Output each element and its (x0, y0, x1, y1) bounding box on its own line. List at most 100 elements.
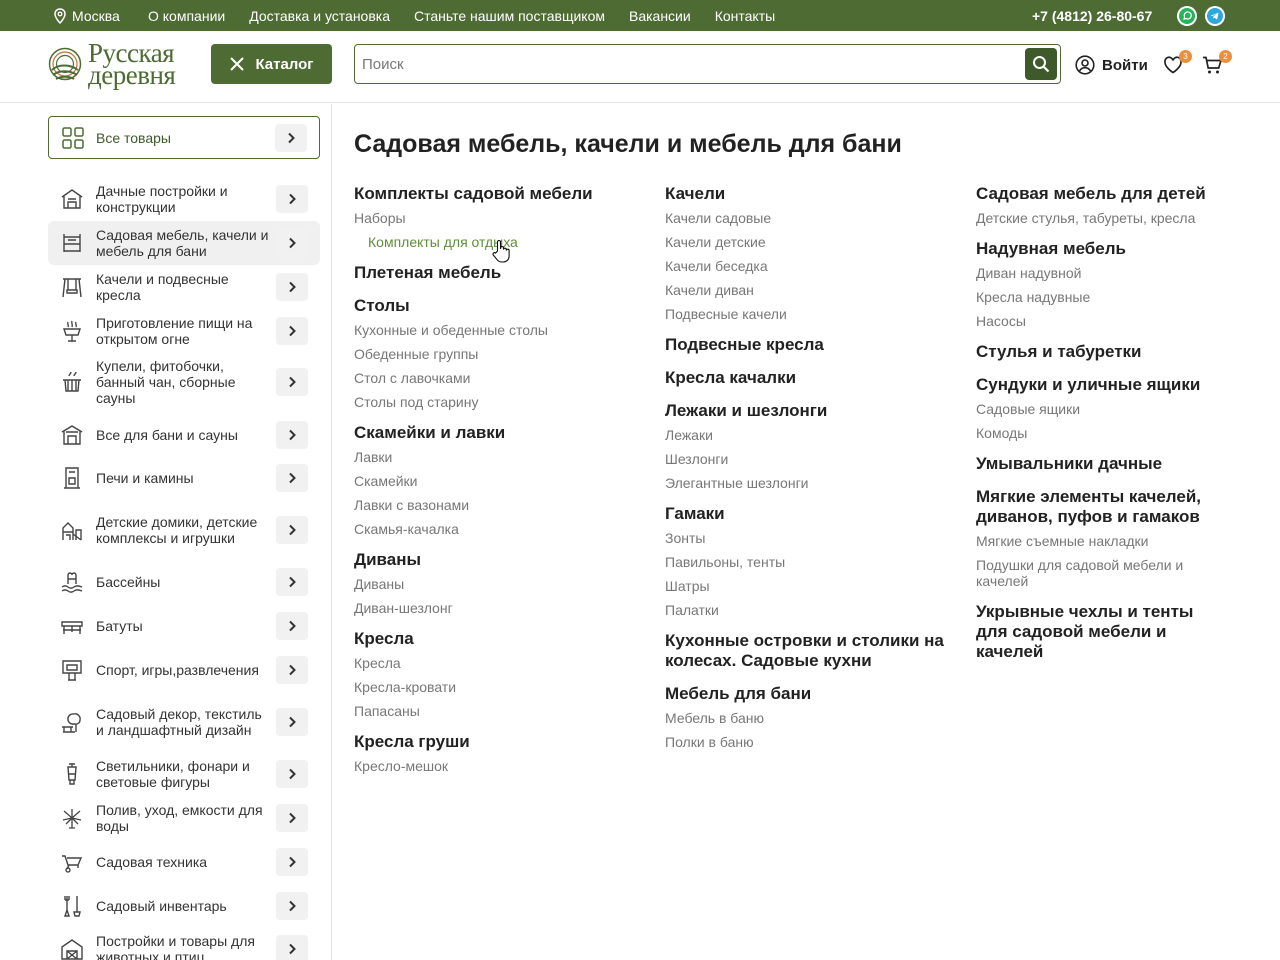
sidebar-category-arrow[interactable] (276, 317, 308, 345)
subcategory-group-title[interactable]: Кресла качалки (665, 368, 945, 388)
subcategory-link[interactable]: Детские стулья, табуреты, кресла (976, 210, 1221, 226)
favorites-button[interactable]: 3 (1163, 50, 1192, 79)
sidebar-category-arrow[interactable] (276, 612, 308, 640)
subcategory-group-title[interactable]: Укрывные чехлы и тенты для садовой мебел… (976, 602, 1221, 662)
subcategory-link[interactable]: Папасаны (354, 703, 634, 719)
sidebar-category-arrow[interactable] (276, 848, 308, 876)
sidebar-category-arrow[interactable] (276, 804, 308, 832)
subcategory-link[interactable]: Комоды (976, 425, 1221, 441)
subcategory-group-title[interactable]: Качели (665, 184, 945, 204)
sidebar-category-item[interactable]: Купели, фитобочки, банный чан, сборные с… (48, 352, 320, 412)
top-nav-supplier[interactable]: Станьте нашим поставщиком (414, 8, 605, 24)
sidebar-category-arrow[interactable] (276, 935, 308, 960)
sidebar-category-item[interactable]: Спорт, игры,развлечения (48, 648, 320, 692)
subcategory-link[interactable]: Зонты (665, 530, 945, 546)
sidebar-category-item[interactable]: Дачные постройки и конструкции (48, 177, 320, 221)
subcategory-link[interactable]: Скамейки (354, 473, 634, 489)
sidebar-category-item[interactable]: Качели и подвесные кресла (48, 265, 320, 309)
subcategory-group-title[interactable]: Сундуки и уличные ящики (976, 375, 1221, 395)
subcategory-link[interactable]: Кресла надувные (976, 289, 1221, 305)
subcategory-link[interactable]: Лавки с вазонами (354, 497, 634, 513)
top-nav-vacancies[interactable]: Вакансии (629, 8, 691, 24)
sidebar-category-item[interactable]: Садовый декор, текстиль и ландшафтный ди… (48, 692, 320, 752)
sidebar-category-item[interactable]: Все для бани и сауны (48, 413, 320, 457)
sidebar-category-arrow[interactable] (276, 656, 308, 684)
subcategory-link[interactable]: Полки в баню (665, 734, 945, 750)
subcategory-link[interactable]: Стол с лавочками (354, 370, 634, 386)
sidebar-category-item[interactable]: Постройки и товары для животных и птиц (48, 927, 320, 960)
subcategory-link[interactable]: Диваны (354, 576, 634, 592)
sidebar-category-arrow[interactable] (276, 516, 308, 544)
subcategory-link[interactable]: Мебель в баню (665, 710, 945, 726)
subcategory-link[interactable]: Кресло-мешок (354, 758, 634, 774)
top-nav-delivery[interactable]: Доставка и установка (249, 8, 390, 24)
sidebar-category-item[interactable]: Полив, уход, емкости для воды (48, 796, 320, 840)
subcategory-link[interactable]: Качели диван (665, 282, 945, 298)
sidebar-category-item[interactable]: Печи и камины (48, 456, 320, 500)
subcategory-group-title[interactable]: Диваны (354, 550, 634, 570)
logo[interactable]: Русская деревня (48, 40, 176, 89)
subcategory-group-title[interactable]: Умывальники дачные (976, 454, 1221, 474)
sidebar-category-item[interactable]: Садовый инвентарь (48, 884, 320, 928)
catalog-button[interactable]: Каталог (211, 44, 332, 84)
top-nav-about[interactable]: О компании (148, 8, 225, 24)
sidebar-category-arrow[interactable] (276, 273, 308, 301)
subcategory-link[interactable]: Качели беседка (665, 258, 945, 274)
sidebar-category-item[interactable]: Детские домики, детские комплексы и игру… (48, 500, 320, 560)
sidebar-category-arrow[interactable] (276, 421, 308, 449)
search-button[interactable] (1025, 48, 1057, 80)
sidebar-category-arrow[interactable] (276, 760, 308, 788)
subcategory-link[interactable]: Подушки для садовой мебели и качелей (976, 557, 1221, 589)
whatsapp-icon[interactable] (1177, 6, 1197, 26)
subcategory-group-title[interactable]: Садовая мебель для детей (976, 184, 1221, 204)
subcategory-group-title[interactable]: Кухонные островки и столики на колесах. … (665, 631, 945, 671)
sidebar-category-arrow[interactable] (276, 229, 308, 257)
subcategory-link[interactable]: Садовые ящики (976, 401, 1221, 417)
telegram-icon[interactable] (1205, 6, 1225, 26)
subcategory-group-title[interactable]: Кресла груши (354, 732, 634, 752)
subcategory-link[interactable]: Наборы (354, 210, 634, 226)
subcategory-group-title[interactable]: Столы (354, 296, 634, 316)
subcategory-link[interactable]: Лежаки (665, 427, 945, 443)
subcategory-link[interactable]: Диван-шезлонг (354, 600, 634, 616)
subcategory-group-title[interactable]: Мебель для бани (665, 684, 945, 704)
subcategory-link[interactable]: Кресла-кровати (354, 679, 634, 695)
sidebar-category-arrow[interactable] (276, 708, 308, 736)
all-goods-button[interactable]: Все товары (48, 116, 320, 159)
sidebar-category-item[interactable]: Бассейны (48, 560, 320, 604)
subcategory-link[interactable]: Кресла (354, 655, 634, 671)
subcategory-group-title[interactable]: Плетеная мебель (354, 263, 634, 283)
subcategory-group-title[interactable]: Подвесные кресла (665, 335, 945, 355)
cart-button[interactable]: 2 (1202, 50, 1232, 80)
subcategory-link[interactable]: Диван надувной (976, 265, 1221, 281)
subcategory-link[interactable]: Мягкие съемные накладки (976, 533, 1221, 549)
subcategory-group-title[interactable]: Мягкие элементы качелей, диванов, пуфов … (976, 487, 1221, 527)
subcategory-link[interactable]: Качели детские (665, 234, 945, 250)
subcategory-link[interactable]: Лавки (354, 449, 634, 465)
sidebar-category-item[interactable]: Светильники, фонари и световые фигуры (48, 752, 320, 796)
sidebar-category-item[interactable]: Батуты (48, 604, 320, 648)
subcategory-group-title[interactable]: Лежаки и шезлонги (665, 401, 945, 421)
subcategory-link[interactable]: Качели садовые (665, 210, 945, 226)
subcategory-group-title[interactable]: Стулья и табуретки (976, 342, 1221, 362)
city-selector[interactable]: Москва (53, 0, 120, 31)
search-input[interactable] (362, 45, 1022, 83)
sidebar-category-item[interactable]: Приготовление пищи на открытом огне (48, 309, 320, 353)
sidebar-category-item[interactable]: Садовая мебель, качели и мебель для бани (48, 221, 320, 265)
subcategory-link[interactable]: Элегантные шезлонги (665, 475, 945, 491)
sidebar-category-arrow[interactable] (276, 464, 308, 492)
subcategory-group-title[interactable]: Надувная мебель (976, 239, 1221, 259)
subcategory-group-title[interactable]: Гамаки (665, 504, 945, 524)
sidebar-category-arrow[interactable] (276, 568, 308, 596)
subcategory-group-title[interactable]: Кресла (354, 629, 634, 649)
phone-number[interactable]: +7 (4812) 26-80-67 (1032, 0, 1152, 31)
sidebar-category-arrow[interactable] (276, 185, 308, 213)
subcategory-link[interactable]: Столы под старину (354, 394, 634, 410)
subcategory-group-title[interactable]: Скамейки и лавки (354, 423, 634, 443)
subcategory-link[interactable]: Кухонные и обеденные столы (354, 322, 634, 338)
sidebar-category-arrow[interactable] (276, 368, 308, 396)
subcategory-link[interactable]: Скамья-качалка (354, 521, 634, 537)
subcategory-link[interactable]: Обеденные группы (354, 346, 634, 362)
login-button[interactable]: Войти (1075, 55, 1148, 75)
subcategory-link[interactable]: Шатры (665, 578, 945, 594)
